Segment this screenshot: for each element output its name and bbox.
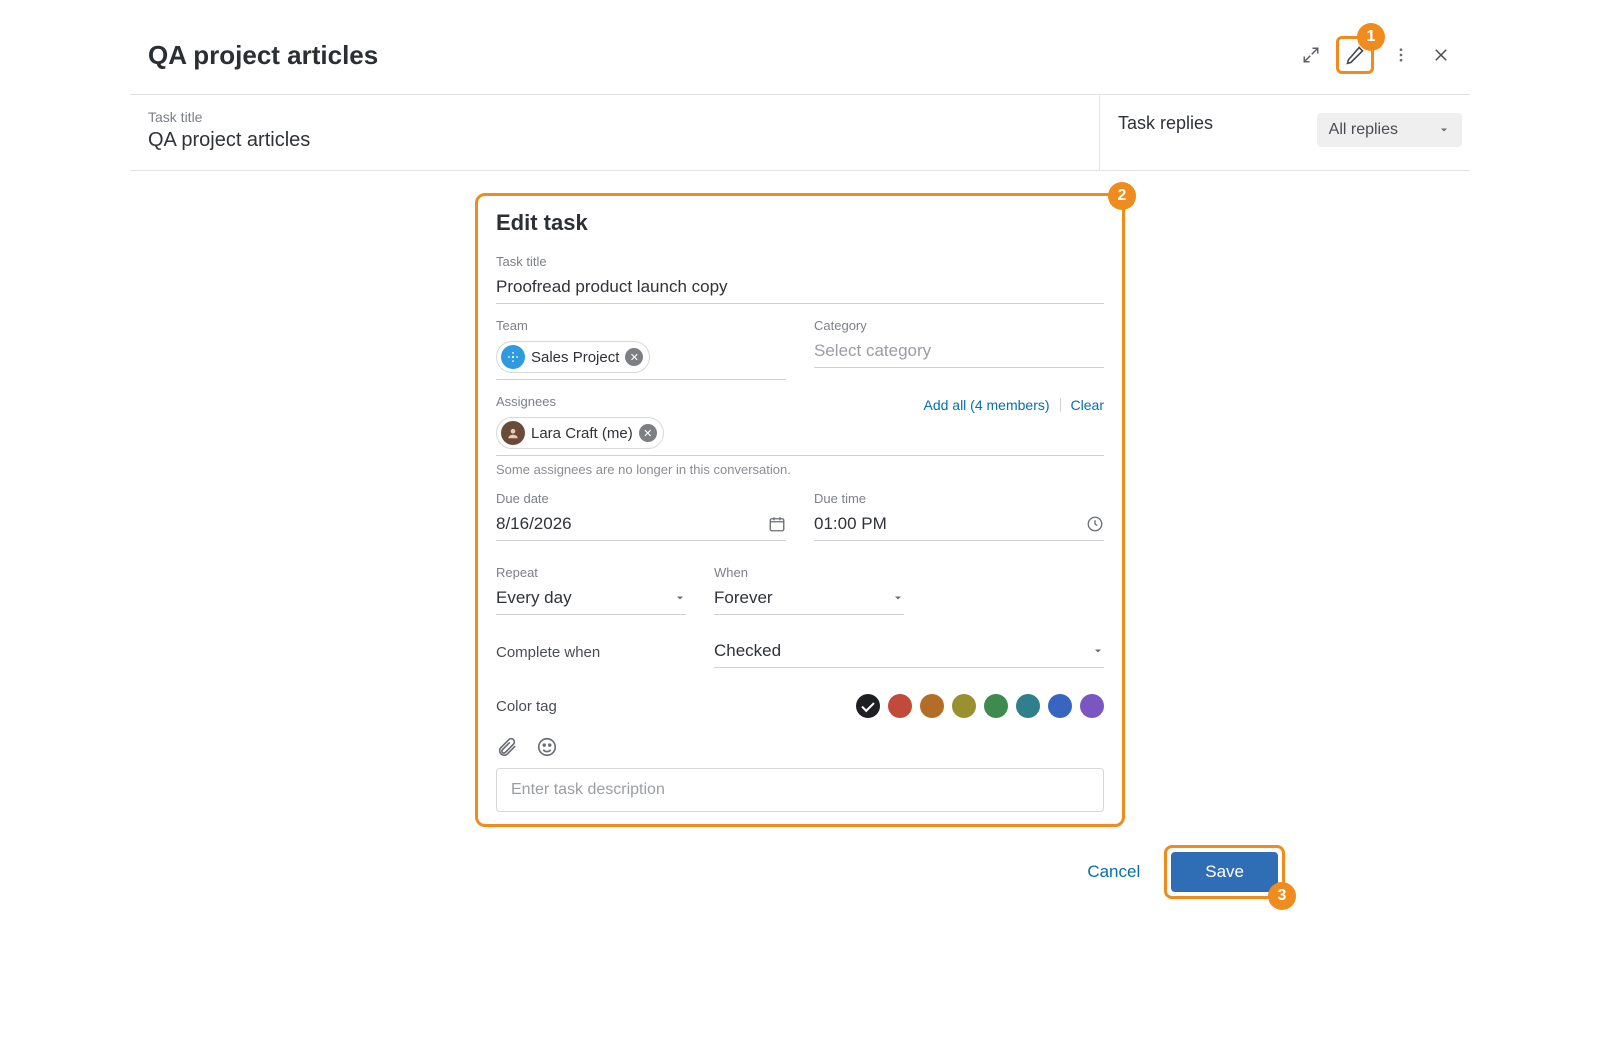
category-label: Category [814,318,1104,333]
expand-icon[interactable] [1292,36,1330,74]
team-chip: Sales Project ✕ [496,341,650,373]
calendar-icon [768,515,786,533]
repeat-label: Repeat [496,565,686,580]
due-date-label: Due date [496,491,786,506]
color-swatches [856,694,1104,718]
color-tag-label: Color tag [496,698,557,715]
emoji-icon[interactable] [536,736,558,758]
color-swatch[interactable] [888,694,912,718]
edit-task-panel: 2 Edit task Task title Proofread product… [475,193,1125,827]
page-title: QA project articles [148,40,378,71]
team-avatar-icon [501,345,525,369]
save-button-highlight: Save 3 [1164,845,1285,899]
add-all-link[interactable]: Add all (4 members) [923,397,1049,413]
color-swatch[interactable] [1080,694,1104,718]
repeat-select[interactable]: Every day [496,584,686,615]
replies-filter-value: All replies [1329,121,1398,139]
assignee-avatar-icon [501,421,525,445]
complete-when-select[interactable]: Checked [714,637,1104,668]
color-swatch[interactable] [856,694,880,718]
assignees-input[interactable]: Lara Craft (me) ✕ [496,413,1104,456]
task-description-input[interactable]: Enter task description [496,768,1104,812]
task-replies-heading: Task replies [1118,113,1213,134]
task-title-label: Task title [148,109,1099,125]
due-time-input[interactable]: 01:00 PM [814,510,1104,541]
cancel-button[interactable]: Cancel [1087,862,1140,882]
save-button[interactable]: Save [1171,852,1278,892]
when-label: When [714,565,904,580]
chevron-down-icon [674,592,686,604]
remove-team-icon[interactable]: ✕ [625,348,643,366]
task-title-field-label: Task title [496,254,1104,269]
remove-assignee-icon[interactable]: ✕ [639,424,657,442]
complete-when-label: Complete when [496,644,686,661]
color-swatch[interactable] [1016,694,1040,718]
chevron-down-icon [1092,645,1104,657]
task-meta-row: Task title QA project articles Task repl… [130,95,1470,171]
assignees-label: Assignees [496,394,556,409]
edit-icon[interactable]: 1 [1336,36,1374,74]
due-time-label: Due time [814,491,1104,506]
color-swatch[interactable] [1048,694,1072,718]
clock-icon [1086,515,1104,533]
close-icon[interactable] [1422,36,1460,74]
color-swatch[interactable] [984,694,1008,718]
callout-badge-3: 3 [1268,882,1296,910]
color-swatch[interactable] [952,694,976,718]
clear-assignees-link[interactable]: Clear [1071,397,1104,413]
chevron-down-icon [1438,124,1450,136]
header-actions: 1 [1292,36,1460,74]
color-swatch[interactable] [920,694,944,718]
assignee-chip: Lara Craft (me) ✕ [496,417,664,449]
when-select[interactable]: Forever [714,584,904,615]
replies-filter-select[interactable]: All replies [1317,113,1462,147]
task-title-value: QA project articles [148,129,1099,152]
chevron-down-icon [892,592,904,604]
category-input[interactable]: Select category [814,337,1104,368]
callout-badge-2: 2 [1108,182,1136,210]
more-icon[interactable] [1382,36,1420,74]
footer-actions: Cancel Save 3 [635,845,1285,899]
header-bar: QA project articles 1 [130,30,1470,94]
edit-task-heading: Edit task [496,210,1104,236]
callout-badge-1: 1 [1357,23,1385,51]
task-title-input[interactable]: Proofread product launch copy [496,273,1104,304]
due-date-input[interactable]: 8/16/2026 [496,510,786,541]
team-input[interactable]: Sales Project ✕ [496,337,786,380]
team-label: Team [496,318,786,333]
attachment-icon[interactable] [496,736,518,758]
assignee-note: Some assignees are no longer in this con… [496,462,1104,477]
